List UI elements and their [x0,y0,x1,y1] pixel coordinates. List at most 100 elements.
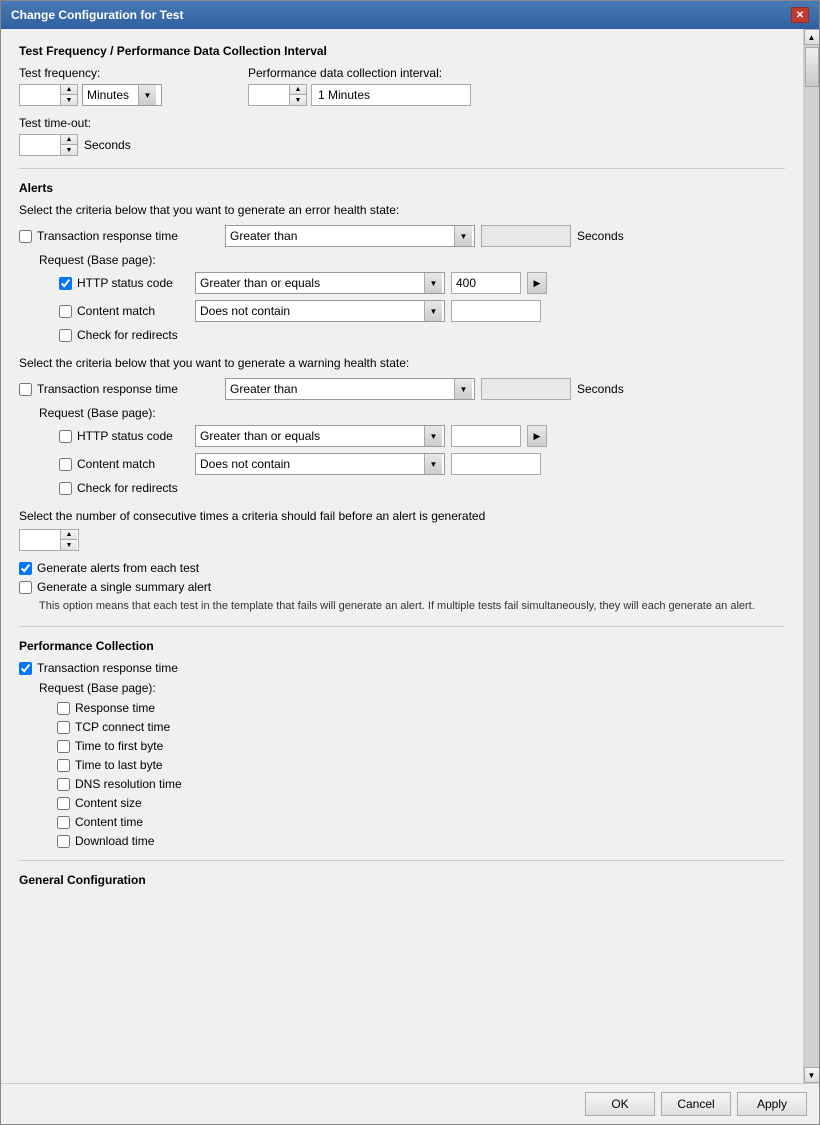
perf-first-byte-label: Time to first byte [75,739,163,753]
consecutive-input[interactable]: 1 [20,531,60,549]
error-http-play-button[interactable]: ▶ [527,272,547,294]
perf-data-spinbox[interactable]: 1 ▲ ▼ [248,84,307,106]
warning-transaction-checkbox[interactable] [19,383,32,396]
perf-content-time-checkbox[interactable] [57,816,70,829]
perf-content-time-label: Content time [75,815,143,829]
consecutive-spinbox[interactable]: 1 ▲ ▼ [19,529,79,551]
perf-tcp-checkbox[interactable] [57,721,70,734]
perf-data-input[interactable]: 1 [249,86,289,104]
frequency-unit-select[interactable]: Minutes Seconds Hours ▼ [82,84,162,106]
close-button[interactable]: ✕ [791,7,809,23]
error-http-checkbox[interactable] [59,277,72,290]
perf-first-byte-checkbox[interactable] [57,740,70,753]
warning-http-value-input[interactable] [451,425,521,447]
timeout-up-btn[interactable]: ▲ [61,135,77,145]
error-content-row: Content match Does not contain Contains … [39,300,785,322]
warning-redirect-checkbox[interactable] [59,482,72,495]
apply-button[interactable]: Apply [737,1092,807,1116]
perf-data-down-btn[interactable]: ▼ [290,95,306,105]
perf-last-byte-checkbox[interactable] [57,759,70,772]
performance-title: Performance Collection [19,639,785,653]
perf-content-size-checkbox[interactable] [57,797,70,810]
error-transaction-value-input[interactable] [481,225,571,247]
warning-transaction-value-input[interactable] [481,378,571,400]
warning-transaction-arrow: ▼ [454,379,472,399]
error-http-label: HTTP status code [77,276,173,290]
error-http-dropdown[interactable]: Greater than or equals Greater than Less… [195,272,445,294]
error-content-arrow: ▼ [424,301,442,321]
perf-data-up-btn[interactable]: ▲ [290,85,306,95]
error-transaction-dropdown[interactable]: Greater than Greater than or equals Less… [225,225,475,247]
perf-download-label: Download time [75,834,154,848]
generate-each-checkbox[interactable] [19,562,32,575]
perf-transaction-label: Transaction response time [37,661,178,675]
error-http-select[interactable]: Greater than or equals Greater than Less… [196,273,424,293]
perf-transaction-row: Transaction response time [19,661,785,675]
consecutive-up-btn[interactable]: ▲ [61,530,77,540]
error-http-arrow: ▼ [424,273,442,293]
perf-response-row: Response time [19,701,785,715]
generate-summary-label: Generate a single summary alert [37,580,211,594]
error-transaction-select[interactable]: Greater than Greater than or equals Less… [226,226,454,246]
performance-section: Performance Collection Transaction respo… [19,639,785,848]
cancel-button[interactable]: Cancel [661,1092,731,1116]
error-content-value-input[interactable] [451,300,541,322]
dialog-title: Change Configuration for Test [11,8,183,22]
error-criteria-label: Select the criteria below that you want … [19,203,785,217]
warning-http-arrow: ▼ [424,426,442,446]
warning-http-play-button[interactable]: ▶ [527,425,547,447]
warning-content-row: Content match Does not contain Contains … [39,453,785,475]
scrollbar-down-btn[interactable]: ▼ [804,1067,820,1083]
perf-dns-checkbox[interactable] [57,778,70,791]
generate-summary-checkbox[interactable] [19,581,32,594]
perf-download-row: Download time [19,834,785,848]
error-redirect-checkbox[interactable] [59,329,72,342]
warning-content-select[interactable]: Does not contain Contains Equals [196,454,424,474]
scrollbar-track[interactable] [804,45,820,1067]
scrollbar-thumb[interactable] [805,47,819,87]
test-frequency-input[interactable]: 5 [20,86,60,104]
divider-3 [19,860,785,861]
scrollbar-up-btn[interactable]: ▲ [804,29,820,45]
warning-content-value-input[interactable] [451,453,541,475]
frequency-unit-dropdown[interactable]: Minutes Seconds Hours [83,85,138,105]
perf-dns-label: DNS resolution time [75,777,182,791]
perf-transaction-checkbox[interactable] [19,662,32,675]
frequency-down-btn[interactable]: ▼ [61,95,77,105]
warning-transaction-select[interactable]: Greater than Greater than or equals Less… [226,379,454,399]
warning-http-checkbox[interactable] [59,430,72,443]
error-content-checkbox[interactable] [59,305,72,318]
test-frequency-spinbox[interactable]: 5 ▲ ▼ [19,84,78,106]
ok-button[interactable]: OK [585,1092,655,1116]
warning-transaction-dropdown[interactable]: Greater than Greater than or equals Less… [225,378,475,400]
generate-summary-row: Generate a single summary alert [19,580,785,594]
error-http-value-input[interactable] [451,272,521,294]
alerts-title: Alerts [19,181,785,195]
timeout-input[interactable]: 45 [20,136,60,154]
error-transaction-unit: Seconds [577,229,624,243]
frequency-up-btn[interactable]: ▲ [61,85,77,95]
timeout-spinbox[interactable]: 45 ▲ ▼ [19,134,78,156]
consecutive-down-btn[interactable]: ▼ [61,540,77,550]
error-content-select[interactable]: Does not contain Contains Equals [196,301,424,321]
warning-transaction-label: Transaction response time [37,382,178,396]
timeout-down-btn[interactable]: ▼ [61,145,77,155]
timeout-unit: Seconds [84,138,131,152]
warning-http-label: HTTP status code [77,429,173,443]
warning-http-dropdown[interactable]: Greater than or equals Greater than Less… [195,425,445,447]
perf-download-checkbox[interactable] [57,835,70,848]
scrollbar[interactable]: ▲ ▼ [803,29,819,1083]
warning-http-select[interactable]: Greater than or equals Greater than Less… [196,426,424,446]
frequency-title: Test Frequency / Performance Data Collec… [19,44,785,58]
perf-response-checkbox[interactable] [57,702,70,715]
error-transaction-checkbox[interactable] [19,230,32,243]
timeout-label: Test time-out: [19,116,785,130]
warning-criteria-label: Select the criteria below that you want … [19,356,785,370]
perf-data-unit-display: 1 Minutes [311,84,471,106]
error-content-dropdown[interactable]: Does not contain Contains Equals ▼ [195,300,445,322]
info-text: This option means that each test in the … [39,599,785,614]
warning-content-checkbox[interactable] [59,458,72,471]
perf-request-label: Request (Base page): [19,681,785,695]
error-transaction-label: Transaction response time [37,229,178,243]
warning-content-dropdown[interactable]: Does not contain Contains Equals ▼ [195,453,445,475]
